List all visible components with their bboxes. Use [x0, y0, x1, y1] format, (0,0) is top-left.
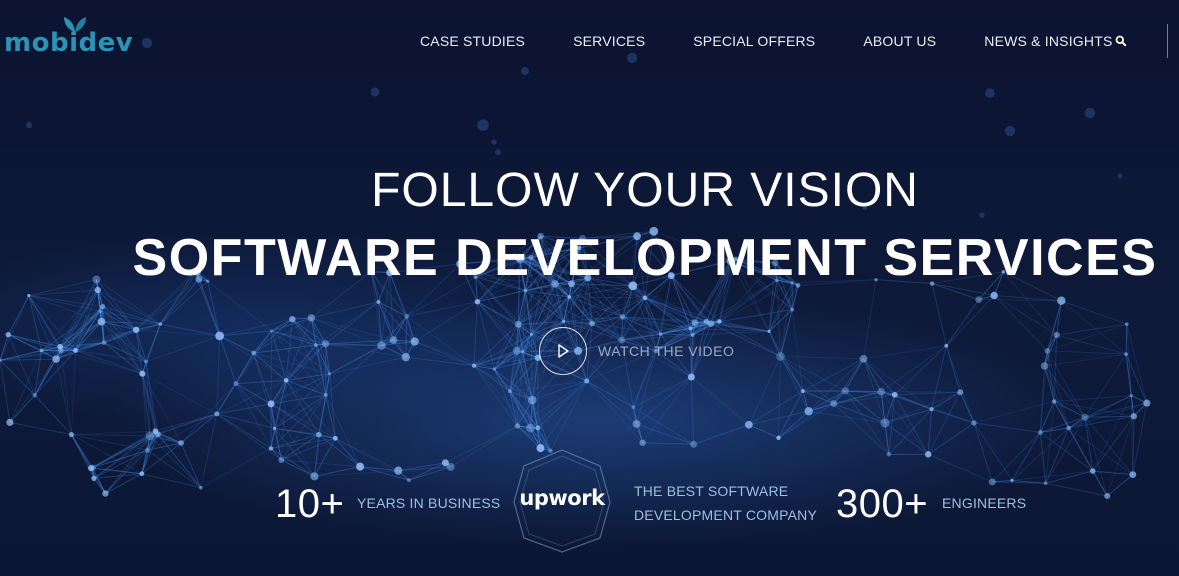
- search-icon[interactable]: [1115, 35, 1127, 47]
- play-button[interactable]: [539, 327, 587, 375]
- watch-video-label: WATCH THE VIDEO: [598, 343, 735, 359]
- mobidev-logo[interactable]: mobidev: [4, 14, 144, 58]
- upwork-badge[interactable]: upwork: [512, 448, 612, 554]
- watch-video-button[interactable]: WATCH THE VIDEO: [539, 327, 734, 375]
- engineers-label: ENGINEERS: [942, 495, 1027, 511]
- upwork-logo-text: upwork: [519, 486, 605, 510]
- nav-item-services[interactable]: SERVICES: [573, 33, 645, 49]
- play-icon: [558, 344, 569, 358]
- hero-headline: FOLLOW YOUR VISION: [371, 164, 919, 217]
- nav-item-special-offers[interactable]: SPECIAL OFFERS: [693, 33, 815, 49]
- engineers-value: 300+: [836, 482, 929, 526]
- best-company-label-line2: DEVELOPMENT COMPANY: [634, 507, 817, 523]
- logo-text: mobidev: [4, 28, 134, 58]
- nav-divider: [1167, 24, 1168, 58]
- years-in-business-value: 10+: [275, 482, 345, 526]
- nav-item-case-studies[interactable]: CASE STUDIES: [420, 33, 525, 49]
- nav-item-news-insights[interactable]: NEWS & INSIGHTS: [984, 33, 1112, 49]
- years-in-business-label: YEARS IN BUSINESS: [357, 495, 501, 511]
- main-nav: CASE STUDIES SERVICES SPECIAL OFFERS ABO…: [420, 31, 1113, 51]
- hero-subheadline: SOFTWARE DEVELOPMENT SERVICES: [132, 229, 1158, 287]
- nav-item-about-us[interactable]: ABOUT US: [863, 33, 936, 49]
- best-company-label-line1: THE BEST SOFTWARE: [634, 483, 789, 499]
